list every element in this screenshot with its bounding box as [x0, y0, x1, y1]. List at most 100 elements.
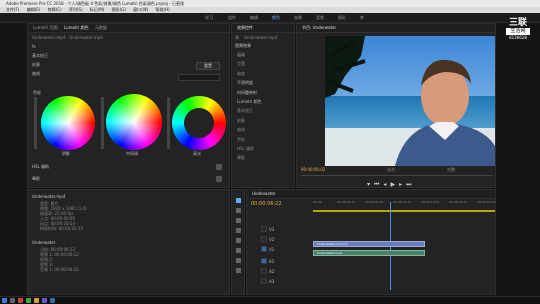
ruler-tick: 00:00:14:23 [393, 200, 412, 204]
menu-icon[interactable] [216, 176, 222, 182]
track-lock-icon[interactable] [261, 246, 267, 252]
reset-button[interactable]: 重置 [196, 62, 220, 70]
tab-metadata[interactable]: 元数据 [95, 25, 107, 30]
vignette-label[interactable]: 晕影 [32, 176, 40, 182]
program-fit[interactable]: 适合 [387, 167, 395, 173]
work-area-bar[interactable] [313, 210, 495, 212]
hand-tool-icon[interactable] [236, 258, 241, 263]
tools-panel [231, 189, 245, 295]
wheel-dropdown[interactable] [178, 74, 220, 81]
program-quality[interactable]: 完整 [447, 167, 455, 173]
pen-tool-icon[interactable] [236, 248, 241, 253]
effect-item-position[interactable]: 位置 [237, 59, 262, 68]
menu-marker[interactable]: 标记(M) [90, 7, 105, 12]
effect-clip-name: Underwater.mp4 [244, 35, 278, 40]
mark-in-icon[interactable]: ▾ [367, 181, 374, 188]
tab-timeline[interactable]: Underwater [252, 191, 276, 196]
video-clip[interactable]: Underwater.mp4 [V] [313, 241, 425, 247]
highlights-label: 高光 [193, 151, 201, 156]
tab-program[interactable]: 节目: Underwater [302, 25, 336, 30]
effect-item-vignette[interactable]: 晕影 [237, 153, 262, 162]
type-tool-icon[interactable] [236, 268, 241, 273]
track-lock-icon[interactable] [261, 258, 267, 264]
selection-tool-icon[interactable] [236, 198, 241, 203]
shadows-wheel[interactable] [41, 96, 95, 150]
workspace-color[interactable]: 颜色 [272, 15, 280, 21]
effect-item-lumetri[interactable]: Lumetri 颜色 [237, 97, 262, 106]
effect-item-time-remap[interactable]: 时间重映射 [237, 88, 262, 97]
effect-controls-tab-row: 效果控件 [232, 24, 294, 33]
shadows-slider[interactable] [34, 97, 37, 149]
slip-tool-icon[interactable] [236, 238, 241, 243]
taskbar-app-icon[interactable] [18, 298, 23, 303]
workspace-audio[interactable]: 音频 [316, 15, 324, 21]
tab-lumetri-scopes[interactable]: Lumetri 范围 [33, 25, 58, 30]
workspace-libraries[interactable]: 库 [360, 15, 364, 21]
effect-item-hsl[interactable]: HSL 辅助 [237, 144, 262, 153]
section-wheels-label: 色轮 [33, 90, 41, 95]
tab-lumetri-color[interactable]: Lumetri 颜色 [64, 25, 89, 30]
midtones-slider[interactable] [101, 97, 104, 149]
menu-help[interactable]: 帮助(H) [156, 7, 170, 12]
settings-icon[interactable] [216, 164, 222, 170]
track-lock-icon[interactable] [261, 236, 267, 242]
menu-clip[interactable]: 剪辑(C) [48, 7, 62, 12]
premiere-taskbar-icon[interactable] [50, 298, 55, 303]
highlights-slider[interactable] [167, 97, 170, 149]
effect-item-wheels[interactable]: 色轮 [237, 135, 262, 144]
track-lock-icon[interactable] [261, 226, 267, 232]
menu-window[interactable]: 窗口(W) [133, 7, 148, 12]
video-clip-label: Underwater.mp4 [V] [317, 242, 348, 246]
workspace-effects[interactable]: 效果 [294, 15, 302, 21]
workspace-learn[interactable]: 学习 [205, 15, 213, 21]
effect-controls-panel: 效果控件 源 Underwater.mp4 视频效果 运动 位置 缩放 不透明度… [231, 23, 295, 188]
effect-item-basic[interactable]: 基本校正 [237, 106, 262, 115]
creative-label[interactable]: 创意 [32, 62, 40, 68]
midtones-wheel[interactable] [106, 94, 162, 150]
ripple-edit-tool-icon[interactable] [236, 218, 241, 223]
audio-clip-label: Underwater.mp4 [317, 251, 343, 255]
step-back-icon[interactable]: ⏮ [374, 181, 383, 188]
timeline-ruler[interactable]: 00:00 00:00:04:23 00:00:09:23 00:00:14:2… [313, 200, 495, 210]
track-select-tool-icon[interactable] [236, 208, 241, 213]
highlights-wheel[interactable] [172, 96, 226, 150]
effect-item-scale[interactable]: 缩放 [237, 69, 262, 78]
effect-source-tab[interactable]: 源 [235, 35, 239, 41]
track-lock-icon[interactable] [261, 268, 267, 274]
track-label: V1 [269, 247, 275, 252]
menu-sequence[interactable]: 序列(S) [69, 7, 83, 12]
taskbar-app-icon[interactable] [10, 298, 15, 303]
taskbar-app-icon[interactable] [26, 298, 31, 303]
workspace-editing[interactable]: 编辑 [250, 15, 258, 21]
razor-tool-icon[interactable] [236, 228, 241, 233]
tab-effect-controls[interactable]: 效果控件 [237, 25, 253, 30]
track-lock-icon[interactable] [261, 278, 267, 284]
effect-item-opacity[interactable]: 不透明度 [237, 78, 262, 87]
curves-label[interactable]: 曲线 [32, 71, 40, 77]
effect-item-creative[interactable]: 创意 [237, 116, 262, 125]
watermark-logo: 三联 生活网 8136628 [498, 18, 538, 52]
menu-file[interactable]: 文件(F) [6, 7, 19, 12]
highlights-wheel-center [184, 108, 214, 138]
effect-item-curves[interactable]: 曲线 [237, 125, 262, 134]
play-icon[interactable]: ▶ [390, 181, 399, 188]
ruler-tick: 00:00:29:23 [477, 200, 496, 204]
ruler-tick: 00:00:04:23 [337, 200, 356, 204]
lumetri-color-panel: Lumetri 范围 Lumetri 颜色 元数据 Underwater.mp4… [27, 23, 230, 188]
taskbar-app-icon[interactable] [42, 298, 47, 303]
basic-correction-label[interactable]: 基本校正 [32, 53, 48, 59]
start-icon[interactable] [2, 298, 7, 303]
timeline-timecode[interactable]: 00:00:06:22 [251, 201, 282, 207]
workspace-assembly[interactable]: 组件 [228, 15, 236, 21]
info-panel: Underwater.mp4 类型: 影片 视频: 1920 x 1080 (1… [27, 189, 230, 295]
effect-item-motion[interactable]: 运动 [237, 50, 262, 59]
workspace-graphics[interactable]: 图形 [338, 15, 346, 21]
step-forward-icon[interactable]: ⏭ [406, 181, 415, 188]
menu-graphics[interactable]: 图形(G) [112, 7, 126, 12]
hsl-secondary-label[interactable]: HSL 辅助 [32, 164, 49, 170]
program-timecode[interactable]: 00:00:06:02 [301, 167, 325, 172]
program-scrubber[interactable] [301, 175, 493, 176]
taskbar-app-icon[interactable] [34, 298, 39, 303]
menu-edit[interactable]: 编辑(E) [27, 7, 41, 12]
audio-clip[interactable]: Underwater.mp4 [313, 250, 425, 256]
